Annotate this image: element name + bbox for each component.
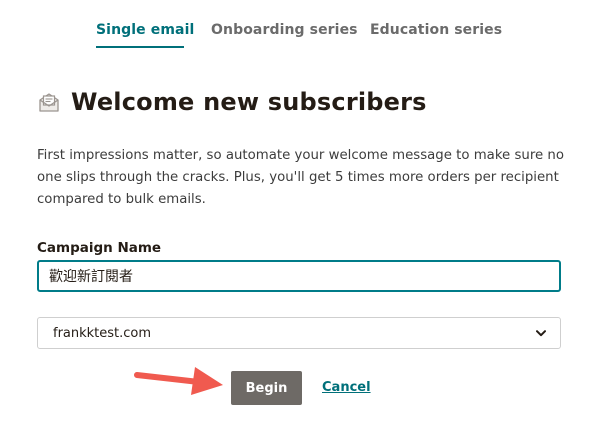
page-heading: Welcome new subscribers [37,88,427,116]
begin-button[interactable]: Begin [231,371,302,405]
domain-select-value: frankktest.com [53,325,152,341]
page-title: Welcome new subscribers [71,88,427,116]
domain-select[interactable]: frankktest.com [37,317,561,349]
pointer-arrow-icon [134,367,223,395]
cancel-link[interactable]: Cancel [322,380,371,395]
envelope-icon [37,91,61,113]
page-description: First impressions matter, so automate yo… [37,148,564,207]
chevron-down-icon [536,326,546,341]
tab-onboarding-series[interactable]: Onboarding series [211,22,358,38]
tab-single-email[interactable]: Single email [96,22,194,38]
campaign-name-input[interactable] [37,260,561,292]
campaign-name-label: Campaign Name [37,240,162,256]
tab-education-series[interactable]: Education series [370,22,502,38]
active-tab-indicator [96,46,184,48]
